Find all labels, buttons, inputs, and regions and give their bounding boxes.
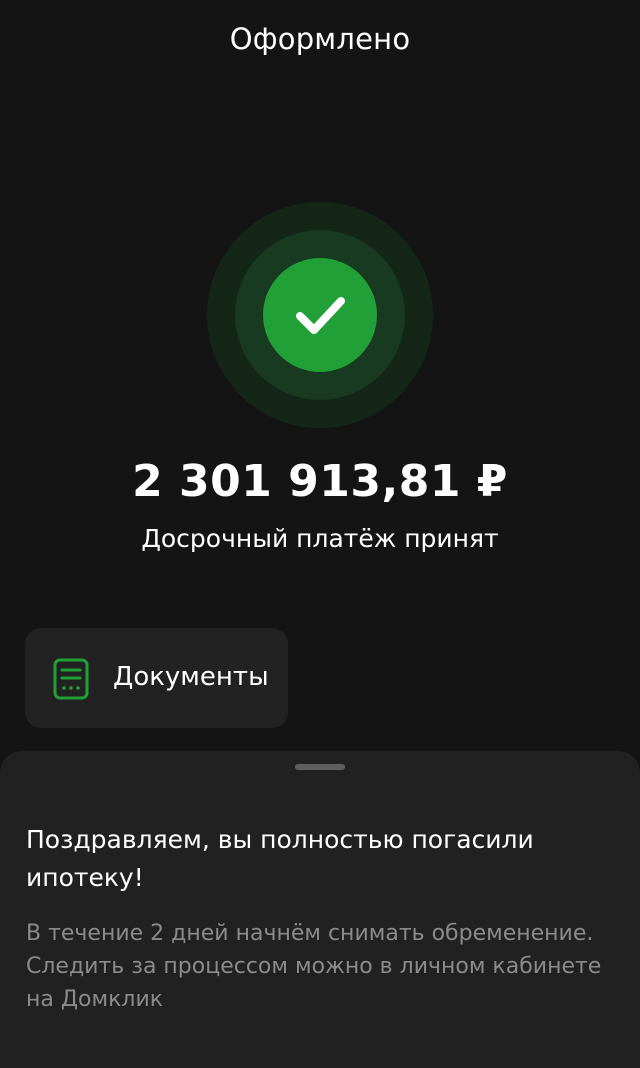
sheet-title: Поздравляем, вы полностью погасили ипоте… — [26, 825, 534, 892]
document-icon — [53, 658, 89, 700]
success-badge — [263, 258, 377, 372]
payment-amount: 2 301 913,81 ₽ — [132, 456, 508, 507]
documents-button-label: Документы — [113, 662, 269, 692]
success-screen: Оформлено 2 301 913,81 ₽ Досрочный платё… — [0, 0, 640, 1068]
sheet-drag-handle[interactable] — [295, 764, 345, 770]
payment-status-message: Досрочный платёж принят — [141, 524, 499, 553]
sheet-description-line: Следить за процессом можно в личном каби… — [26, 954, 602, 1012]
sheet-description-line: В течение 2 дней начнём снимать обремене… — [26, 921, 594, 946]
sheet-description: В течение 2 дней начнём снимать обремене… — [26, 917, 616, 1016]
checkmark-icon — [296, 297, 345, 334]
documents-button[interactable]: Документы — [25, 628, 288, 728]
bottom-sheet: Поздравляем, вы полностью погасили ипоте… — [0, 751, 640, 1068]
page-title: Оформлено — [229, 22, 411, 56]
